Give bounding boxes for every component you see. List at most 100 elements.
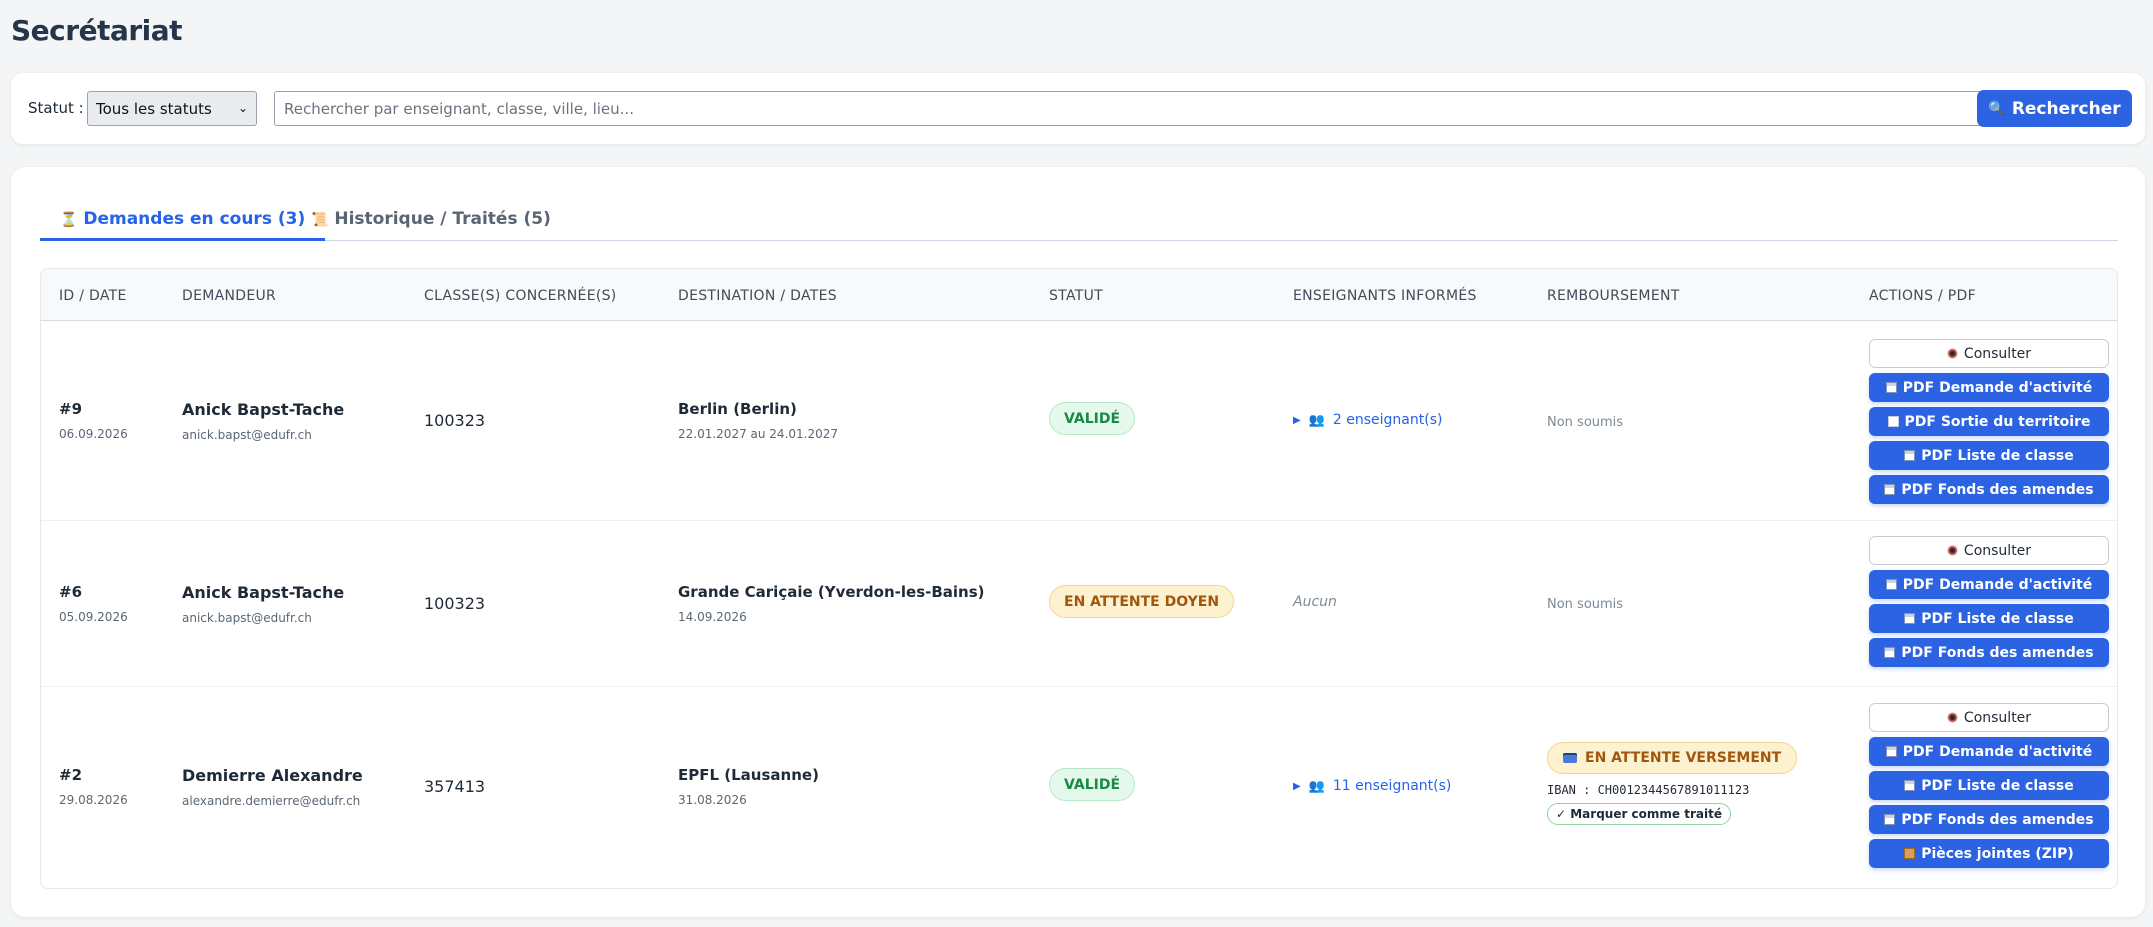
column-header: ACTIONS / PDF [1869,288,1976,304]
pdf-territory-button[interactable]: PDF Sortie du territoire [1869,407,2109,436]
class-code: 100323 [424,594,486,613]
request-id: #9 [59,400,83,418]
status-select[interactable]: Tous les statuts ⌄ [87,91,257,126]
requester-email: anick.bapst@edufr.ch [182,428,312,442]
column-header: STATUT [1049,288,1103,304]
teachers-none: Aucun [1293,594,1337,610]
button-label: Consulter [1963,542,2032,559]
eye-icon [1946,348,1958,359]
chevron-down-icon: ⌄ [237,101,248,115]
requester-name: Demierre Alexandre [182,766,363,785]
class-code: 100323 [424,411,486,430]
view-button[interactable]: Consulter [1869,703,2109,732]
request-date: 06.09.2026 [59,427,128,441]
pdf-activity-button[interactable]: PDF Demande d'activité [1869,570,2109,599]
view-button[interactable]: Consulter [1869,339,2109,368]
teachers-count: 2 enseignant(s) [1332,412,1443,428]
destination-dates: 31.08.2026 [678,793,747,807]
search-button-label: Rechercher [2011,98,2121,119]
expand-triangle-icon: ▶ [1293,414,1301,426]
floppy-icon [1884,484,1896,495]
button-label: PDF Fonds des amendes [1901,481,2094,498]
pdf-activity-button[interactable]: PDF Demande d'activité [1869,737,2109,766]
request-date: 05.09.2026 [59,610,128,624]
button-label: PDF Fonds des amendes [1901,811,2094,828]
column-header: DESTINATION / DATES [678,288,837,304]
table-header: ID / DATE DEMANDEUR CLASSE(S) CONCERNÉE(… [41,269,2117,321]
teachers-toggle[interactable]: ▶ 👥 2 enseignant(s) [1293,412,1442,428]
iban-text: IBAN : CH0012344567891011123 [1547,783,1750,797]
floppy-icon [1885,382,1897,393]
tab-bar: ⏳ Demandes en cours (3) 📜 Historique / T… [40,205,2118,241]
column-header: CLASSE(S) CONCERNÉE(S) [424,288,617,304]
teachers-toggle[interactable]: ▶ 👥 11 enseignant(s) [1293,778,1451,794]
destination: EPFL (Lausanne) [678,766,819,784]
destination: Berlin (Berlin) [678,400,797,418]
button-label: PDF Fonds des amendes [1901,644,2094,661]
pdf-fines-fund-button[interactable]: PDF Fonds des amendes [1869,638,2109,667]
status-badge: VALIDÉ [1049,402,1136,435]
destination-dates: 14.09.2026 [678,610,747,624]
floppy-icon [1884,647,1896,658]
page-title: Secrétariat [11,14,183,47]
request-id: #2 [59,766,83,784]
button-label: PDF Liste de classe [1921,610,2074,627]
payment-status-badge: EN ATTENTE VERSEMENT [1547,742,1798,774]
request-id: #6 [59,583,83,601]
attachments-zip-button[interactable]: Pièces jointes (ZIP) [1869,839,2109,868]
floppy-icon [1884,814,1896,825]
search-button[interactable]: 🔍 Rechercher [1977,90,2132,127]
reimbursement-status: Non soumis [1547,597,1624,612]
actions-group: Consulter PDF Demande d'activité PDF Sor… [1869,339,2109,509]
table-row: #6 05.09.2026 Anick Bapst-Tache anick.ba… [41,521,2117,687]
tab-label: Demandes en cours (3) [83,209,306,229]
view-button[interactable]: Consulter [1869,536,2109,565]
search-placeholder: Rechercher par enseignant, classe, ville… [284,100,634,118]
floppy-icon [1904,613,1916,624]
eye-icon [1946,545,1958,556]
tab-history[interactable]: 📜 Historique / Traités (5) [291,205,571,241]
class-code: 357413 [424,777,486,796]
tab-current-requests[interactable]: ⏳ Demandes en cours (3) [40,205,326,241]
pdf-activity-button[interactable]: PDF Demande d'activité [1869,373,2109,402]
column-header: DEMANDEUR [182,288,277,304]
reimbursement-status: Non soumis [1547,415,1624,430]
button-label: PDF Liste de classe [1921,777,2074,794]
search-icon: 🔍 [1988,100,2006,117]
requester-email: alexandre.demierre@edufr.ch [182,794,361,808]
mark-processed-button[interactable]: ✓ Marquer comme traité [1547,803,1731,825]
search-bar: Statut : Tous les statuts ⌄ Rechercher p… [11,73,2145,144]
hourglass-icon: ⏳ [60,212,78,228]
button-label: PDF Sortie du territoire [1904,413,2091,430]
floppy-icon [1904,450,1916,461]
search-input[interactable]: Rechercher par enseignant, classe, ville… [274,91,1986,126]
floppy-icon [1885,746,1897,757]
people-icon: 👥 [1308,412,1325,428]
pdf-fines-fund-button[interactable]: PDF Fonds des amendes [1869,475,2109,504]
destination: Grande Cariçaie (Yverdon-les-Bains) [678,583,985,601]
destination-dates: 22.01.2027 au 24.01.2027 [678,427,839,441]
requester-email: anick.bapst@edufr.ch [182,611,312,625]
requests-table: ID / DATE DEMANDEUR CLASSE(S) CONCERNÉE(… [40,268,2118,889]
button-label: PDF Demande d'activité [1902,379,2093,396]
payment-status-label: EN ATTENTE VERSEMENT [1585,750,1782,766]
request-date: 29.08.2026 [59,793,128,807]
pdf-class-list-button[interactable]: PDF Liste de classe [1869,771,2109,800]
teachers-count: 11 enseignant(s) [1332,778,1452,794]
button-label: PDF Liste de classe [1921,447,2074,464]
expand-triangle-icon: ▶ [1293,780,1301,792]
package-icon [1904,848,1916,859]
actions-group: Consulter PDF Demande d'activité PDF Lis… [1869,703,2109,873]
status-selected-value: Tous les statuts [96,100,212,118]
button-label: Consulter [1963,345,2032,362]
requester-name: Anick Bapst-Tache [182,583,345,602]
pdf-class-list-button[interactable]: PDF Liste de classe [1869,604,2109,633]
button-label: Pièces jointes (ZIP) [1921,845,2074,862]
status-badge: VALIDÉ [1049,768,1136,801]
floppy-icon [1885,579,1897,590]
button-label: PDF Demande d'activité [1902,576,2093,593]
column-header: REMBOURSEMENT [1547,288,1680,304]
pdf-class-list-button[interactable]: PDF Liste de classe [1869,441,2109,470]
pdf-fines-fund-button[interactable]: PDF Fonds des amendes [1869,805,2109,834]
credit-card-icon [1563,753,1577,763]
